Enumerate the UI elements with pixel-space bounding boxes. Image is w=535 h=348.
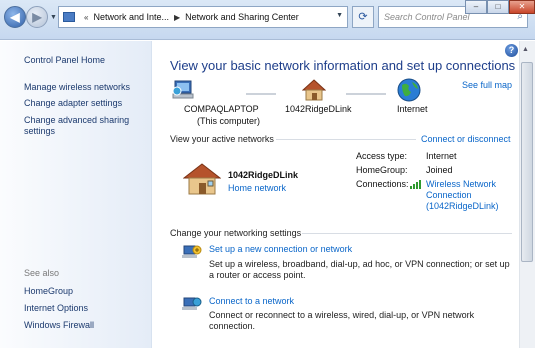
sidebar-item-internet-options[interactable]: Internet Options: [24, 303, 149, 314]
breadcrumb-network-internet[interactable]: Network and Inte...: [93, 12, 169, 22]
network-type-link[interactable]: Home network: [228, 183, 286, 193]
homegroup-label: HomeGroup:: [356, 165, 408, 175]
sidebar-item-advanced-sharing[interactable]: Change advanced sharing settings: [24, 115, 149, 137]
search-placeholder: Search Control Panel: [384, 12, 470, 22]
globe-icon: [397, 78, 421, 102]
breadcrumb-network-sharing-center[interactable]: Network and Sharing Center: [185, 12, 299, 22]
network-map-label: 1042RidgeDLink: [285, 104, 352, 114]
breadcrumb-overflow-icon[interactable]: «: [84, 13, 88, 22]
maximize-button[interactable]: □: [487, 0, 509, 14]
address-bar-area: ◀ ▶ ▼ « Network and Inte... ▶ Network an…: [0, 0, 535, 40]
connect-to-network-description: Connect or reconnect to a wireless, wire…: [209, 310, 475, 331]
control-panel-icon: [63, 12, 75, 22]
internet-label: Internet: [397, 104, 428, 114]
computer-subtitle: (This computer): [197, 116, 261, 126]
home-network-icon: [302, 79, 326, 101]
chevron-right-icon[interactable]: ▶: [174, 13, 180, 22]
sidebar-item-manage-wireless[interactable]: Manage wireless networks: [24, 82, 149, 93]
sidebar-item-control-panel-home[interactable]: Control Panel Home: [24, 55, 149, 66]
scrollbar-thumb[interactable]: [521, 62, 533, 262]
help-icon[interactable]: ?: [505, 44, 518, 57]
connections-label: Connections:: [356, 179, 409, 189]
sidebar-item-homegroup[interactable]: HomeGroup: [24, 286, 149, 297]
minimize-button[interactable]: –: [465, 0, 487, 14]
wireless-connection-link[interactable]: Wireless Network Connection (1042RidgeDL…: [426, 179, 516, 212]
connection-line: [246, 93, 276, 95]
connect-disconnect-link[interactable]: Connect or disconnect: [421, 134, 511, 144]
new-connection-icon: [182, 245, 202, 258]
address-field[interactable]: « Network and Inte... ▶ Network and Shar…: [58, 6, 348, 28]
home-network-large-icon: [183, 163, 221, 195]
setup-connection-link[interactable]: Set up a new connection or network: [209, 244, 352, 254]
computer-name: COMPAQLAPTOP: [184, 104, 259, 114]
page-title: View your basic network information and …: [170, 58, 516, 73]
access-type-label: Access type:: [356, 151, 408, 161]
active-networks-heading: View your active networks: [170, 134, 274, 144]
change-settings-heading: Change your networking settings: [170, 228, 302, 238]
sidebar-item-adapter-settings[interactable]: Change adapter settings: [24, 98, 149, 109]
connect-to-network-link[interactable]: Connect to a network: [209, 296, 294, 306]
close-button[interactable]: ✕: [509, 0, 535, 14]
access-type-value: Internet: [426, 151, 457, 161]
active-network-name: 1042RidgeDLink: [228, 170, 299, 180]
sidebar-item-windows-firewall[interactable]: Windows Firewall: [24, 320, 149, 331]
section-divider: [302, 233, 512, 234]
section-divider: [276, 139, 416, 140]
recent-pages-dropdown[interactable]: ▼: [50, 14, 57, 21]
see-full-map-link[interactable]: See full map: [462, 80, 512, 90]
setup-connection-description: Set up a wireless, broadband, dial-up, a…: [209, 259, 510, 280]
computer-icon: [172, 80, 194, 99]
see-also-heading: See also: [24, 268, 60, 278]
signal-bars-icon: [410, 180, 421, 189]
homegroup-link[interactable]: Joined: [426, 165, 453, 175]
back-button[interactable]: ◀: [4, 6, 26, 28]
internet-line: [346, 93, 386, 95]
scroll-up-icon[interactable]: ▲: [522, 46, 529, 53]
connect-network-icon: [182, 297, 202, 310]
address-dropdown-icon[interactable]: ▼: [336, 12, 343, 19]
forward-button[interactable]: ▶: [26, 6, 48, 28]
refresh-button[interactable]: ⟳: [352, 6, 374, 28]
